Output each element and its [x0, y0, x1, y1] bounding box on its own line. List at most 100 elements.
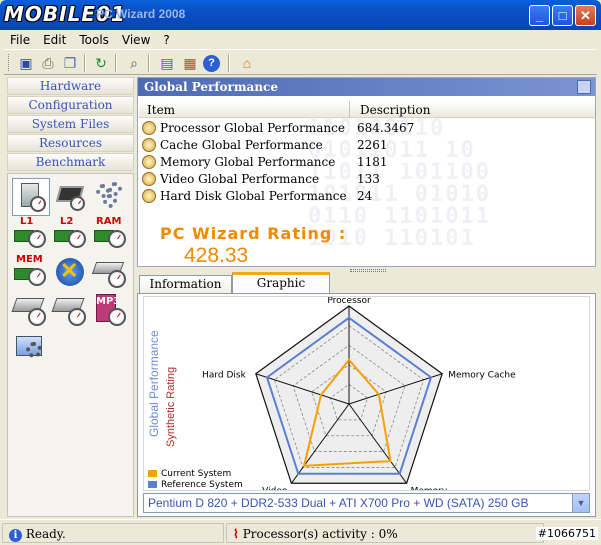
radar-chart-svg: Processor Memory Cache Memory Video Hard Dis… — [147, 297, 516, 491]
medal-icon — [142, 138, 156, 152]
maximize-button[interactable]: □ — [552, 5, 573, 26]
category-system-files[interactable]: System Files — [7, 115, 134, 133]
info-icon: i — [9, 529, 22, 542]
save-icon[interactable]: ▣ — [16, 53, 36, 73]
benchmark-icon-panel: L1 L2 RAM MEM ✕ MP3 — [7, 173, 134, 517]
column-divider[interactable] — [349, 101, 350, 118]
legend-swatch-reference — [148, 481, 157, 488]
column-header-row: Item Description — [139, 101, 595, 118]
global-performance-panel: Global Performance 110100110 01011011 10 1… — [137, 77, 596, 267]
table-row[interactable]: Memory Global Performance 1181 — [142, 154, 582, 171]
status-activity: Processor(s) activity : 0% — [242, 527, 398, 541]
y-axis-sublabel: Synthetic Rating — [165, 367, 177, 447]
watermark-id: #1066751 — [535, 527, 598, 540]
chevron-down-icon[interactable]: ▼ — [572, 494, 589, 512]
cpu-benchmark-icon[interactable] — [52, 178, 90, 216]
medal-icon — [142, 172, 156, 186]
row-item: Memory Global Performance — [160, 155, 336, 169]
row-item: Processor Global Performance — [160, 121, 345, 135]
toolbar-separator — [228, 54, 230, 72]
gears-benchmark-icon[interactable] — [92, 178, 130, 216]
axis-label-memory: Memory — [411, 486, 448, 491]
row-value: 2261 — [357, 138, 388, 152]
global-performance-header: Global Performance — [138, 78, 595, 96]
row-item: Cache Global Performance — [160, 138, 323, 152]
l1-cache-benchmark-icon[interactable]: L1 — [12, 216, 50, 254]
help-icon[interactable]: ? — [203, 55, 220, 72]
print-icon[interactable]: ⎙ — [38, 53, 58, 73]
hdd-benchmark-icon[interactable] — [91, 254, 130, 292]
l2-cache-benchmark-icon[interactable]: L2 — [52, 216, 90, 254]
toolbar-grip[interactable] — [8, 54, 11, 71]
system-compare-select[interactable]: Pentium D 820 + DDR2-533 Dual + ATI X700… — [143, 493, 590, 513]
category-configuration[interactable]: Configuration — [7, 96, 134, 114]
home-icon[interactable]: ⌂ — [237, 53, 257, 73]
status-activity-cell: ⌇ Processor(s) activity : 0% — [226, 523, 544, 543]
find-icon[interactable]: ⌕ — [124, 53, 144, 73]
select-value: Pentium D 820 + DDR2-533 Dual + ATI X700… — [148, 496, 529, 510]
menu-tools[interactable]: Tools — [73, 30, 116, 47]
toolbar-separator — [148, 54, 150, 72]
status-bar: i Ready. ⌇ Processor(s) activity : 0% — [0, 519, 601, 545]
tab-graphic[interactable]: Graphic — [232, 272, 330, 294]
close-button[interactable]: ✕ — [575, 5, 596, 26]
column-description[interactable]: Description — [360, 103, 430, 117]
title-bar: MOBILE01 PC Wizard 2008 _ □ ✕ — [0, 0, 601, 30]
table-row[interactable]: Video Global Performance 133 — [142, 171, 582, 188]
status-ready: Ready. — [25, 527, 66, 541]
table-row[interactable]: Processor Global Performance 684.3467 — [142, 120, 582, 137]
row-item: Video Global Performance — [160, 172, 320, 186]
medal-icon — [142, 189, 156, 203]
drive2-benchmark-icon[interactable] — [51, 292, 90, 330]
menu-view[interactable]: View — [116, 30, 157, 47]
axis-label-memory-cache: Memory Cache — [448, 371, 516, 381]
report-icon[interactable]: ▤ — [157, 53, 177, 73]
panel-info-icon — [577, 80, 591, 94]
rating-value: 428.33 — [184, 244, 249, 267]
axis-label-hard-disk: Hard Disk — [202, 371, 247, 381]
minimize-button[interactable]: _ — [529, 5, 550, 26]
row-value: 1181 — [357, 155, 388, 169]
toolbar: ▣ ⎙ ❐ ↻ ⌕ ▤ ▦ ? ⌂ — [4, 49, 597, 75]
system-benchmark-icon[interactable] — [12, 178, 50, 216]
tab-strip: Information Graphic — [137, 272, 596, 294]
toolbar-separator — [84, 54, 86, 72]
directx-benchmark-icon[interactable]: ✕ — [52, 254, 90, 292]
menu-help[interactable]: ? — [157, 30, 176, 47]
tab-information[interactable]: Information — [139, 275, 232, 294]
category-resources[interactable]: Resources — [7, 134, 134, 152]
column-item[interactable]: Item — [147, 103, 175, 117]
graphic-panel: Processor Memory Cache Memory Video Hard Dis… — [137, 293, 596, 517]
menu-file[interactable]: File — [4, 30, 37, 47]
legend-label: Current System — [161, 469, 232, 479]
mem-benchmark-icon[interactable]: MEM — [12, 254, 50, 292]
legend-current: Current System — [148, 469, 231, 479]
row-item: Hard Disk Global Performance — [160, 189, 347, 203]
medal-icon — [142, 121, 156, 135]
medal-icon — [142, 155, 156, 169]
axis-label-processor: Processor — [327, 297, 371, 306]
global-benchmark-icon[interactable] — [12, 330, 50, 368]
status-ready-cell: i Ready. — [2, 523, 224, 543]
menu-edit[interactable]: Edit — [37, 30, 73, 47]
legend-label: Reference System — [161, 480, 243, 490]
category-benchmark[interactable]: Benchmark — [7, 153, 134, 171]
ram-benchmark-icon[interactable]: RAM — [92, 216, 130, 254]
category-hardware[interactable]: Hardware — [7, 77, 134, 95]
drive-benchmark-icon[interactable] — [11, 292, 50, 330]
radar-chart: Processor Memory Cache Memory Video Hard Dis… — [143, 296, 590, 491]
window-title: PC Wizard 2008 — [96, 7, 186, 21]
copy-icon[interactable]: ❐ — [60, 53, 80, 73]
row-value: 24 — [357, 189, 373, 203]
category-sidebar: Hardware Configuration System Files Reso… — [7, 77, 134, 517]
toolbar-separator — [115, 54, 117, 72]
options-icon[interactable]: ▦ — [180, 53, 200, 73]
refresh-icon[interactable]: ↻ — [91, 53, 111, 73]
table-row[interactable]: Cache Global Performance 2261 — [142, 137, 582, 154]
activity-icon: ⌇ — [233, 527, 239, 541]
rating-label: PC Wizard Rating : — [160, 224, 347, 243]
row-value: 684.3467 — [357, 121, 415, 135]
legend-reference: Reference System — [148, 480, 243, 490]
table-row[interactable]: Hard Disk Global Performance 24 — [142, 188, 582, 205]
mp3-benchmark-icon[interactable]: MP3 — [92, 292, 130, 330]
